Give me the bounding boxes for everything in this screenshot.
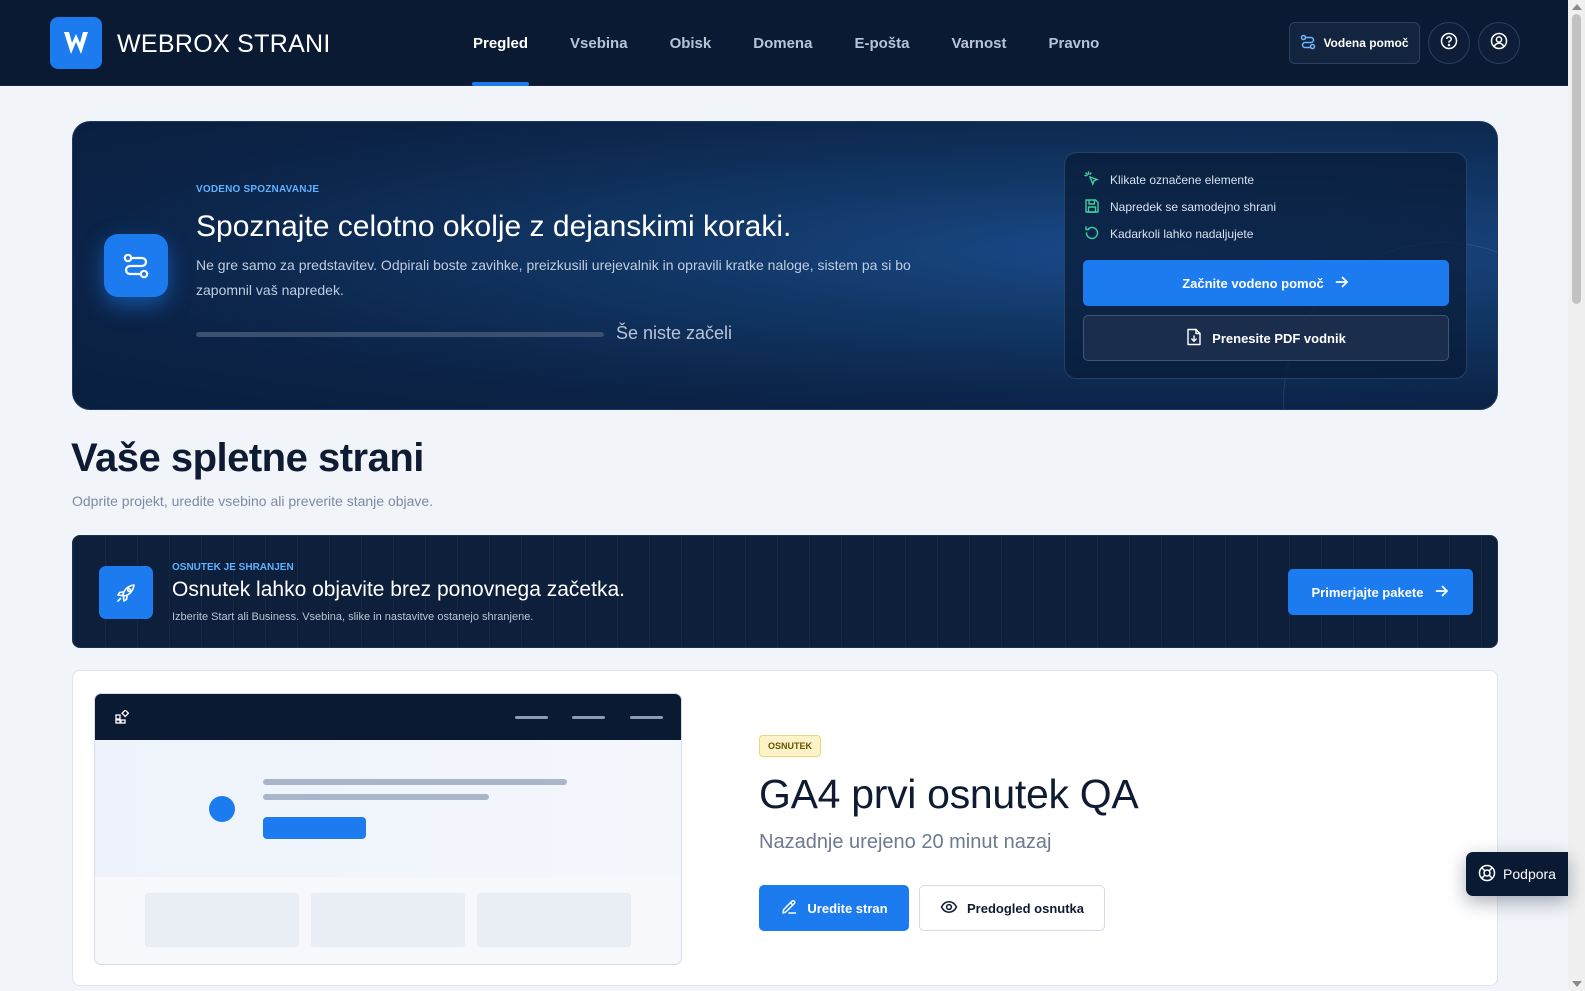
- draft-banner-description: Izberite Start ali Business. Vsebina, sl…: [172, 611, 534, 623]
- preview-nav-line: [630, 716, 663, 719]
- onboarding-eyebrow: VODENO SPOZNAVANJE: [196, 184, 320, 195]
- user-circle-icon: [1490, 32, 1508, 55]
- draft-banner-title: Osnutek lahko objavite brez ponovnega za…: [172, 578, 625, 601]
- refresh-icon: [1084, 225, 1100, 244]
- compare-plans-button[interactable]: Primerjajte pakete: [1288, 569, 1473, 615]
- compare-plans-label: Primerjajte pakete: [1311, 584, 1424, 600]
- onboarding-title: Spoznajte celotno okolje z dejanskimi ko…: [196, 210, 792, 243]
- project-title[interactable]: GA4 prvi osnutek QA: [759, 771, 1139, 818]
- route-icon: [104, 234, 168, 297]
- layout-icon: [115, 709, 130, 729]
- top-navigation-bar: WEBROX STRANI Pregled Vsebina Obisk Dome…: [0, 0, 1568, 86]
- pointer-click-icon: [1084, 170, 1100, 190]
- account-button[interactable]: [1478, 22, 1520, 64]
- rocket-icon: [99, 566, 153, 619]
- preview-card-block: [145, 893, 299, 947]
- pencil-icon: [780, 898, 798, 919]
- project-card: OSNUTEK GA4 prvi osnutek QA Nazadnje ure…: [72, 670, 1498, 986]
- arrow-right-icon: [1434, 583, 1450, 602]
- preview-draft-button[interactable]: Predogled osnutka: [919, 885, 1105, 931]
- nav-tab-domena[interactable]: Domena: [732, 0, 833, 86]
- guided-help-button[interactable]: Vodena pomoč: [1289, 22, 1420, 64]
- edit-site-button[interactable]: Uredite stran: [759, 885, 909, 931]
- preview-button-block: [263, 817, 366, 839]
- draft-banner-eyebrow: OSNUTEK JE SHRANJEN: [172, 562, 294, 573]
- preview-nav-line: [572, 716, 605, 719]
- nav-tab-obisk[interactable]: Obisk: [649, 0, 733, 86]
- brand-logo-icon[interactable]: [50, 17, 102, 69]
- support-label: Podpora: [1503, 866, 1556, 882]
- site-preview-thumbnail[interactable]: [94, 693, 682, 965]
- scroll-down-arrow-icon[interactable]: [1572, 981, 1582, 987]
- project-last-edited: Nazadnje urejeno 20 minut nazaj: [759, 831, 1052, 853]
- checklist-label: Klikate označene elemente: [1110, 173, 1255, 187]
- onboarding-progress-bar: [196, 332, 604, 337]
- preview-text-line: [263, 794, 489, 800]
- arrow-right-icon: [1334, 274, 1350, 293]
- guided-help-label: Vodena pomoč: [1323, 36, 1409, 50]
- onboarding-hero: VODENO SPOZNAVANJE Spoznajte celotno oko…: [72, 121, 1498, 410]
- help-button[interactable]: [1428, 22, 1470, 64]
- checklist-item: Kadarkoli lahko nadaljujete: [1084, 224, 1253, 244]
- nav-tab-varnost[interactable]: Varnost: [930, 0, 1027, 86]
- support-button[interactable]: Podpora: [1466, 852, 1568, 896]
- brand-name[interactable]: WEBROX STRANI: [117, 30, 331, 59]
- preview-draft-label: Predogled osnutka: [966, 900, 1085, 916]
- sites-section-title: Vaše spletne strani: [71, 436, 424, 480]
- route-icon: [1300, 34, 1316, 53]
- start-guided-help-label: Začnite vodeno pomoč: [1182, 275, 1324, 291]
- preview-header: [95, 694, 681, 740]
- draft-saved-banner: OSNUTEK JE SHRANJEN Osnutek lahko objavi…: [72, 535, 1498, 648]
- download-pdf-guide-button[interactable]: Prenesite PDF vodnik: [1083, 315, 1449, 361]
- file-download-icon: [1186, 328, 1202, 349]
- checklist-item: Klikate označene elemente: [1084, 170, 1254, 190]
- preview-text-line: [263, 779, 567, 785]
- onboarding-progress-text: Še niste začeli: [616, 323, 733, 343]
- checklist-label: Napredek se samodejno shrani: [1110, 200, 1277, 214]
- preview-nav-line: [515, 716, 548, 719]
- scroll-up-arrow-icon[interactable]: [1572, 4, 1582, 10]
- download-pdf-guide-label: Prenesite PDF vodnik: [1212, 330, 1346, 346]
- main-nav: Pregled Vsebina Obisk Domena E-pošta Var…: [452, 0, 1120, 86]
- lifebuoy-icon: [1478, 864, 1496, 885]
- sites-section-subtitle: Odprite projekt, uredite vsebino ali pre…: [72, 493, 434, 509]
- eye-icon: [940, 898, 958, 919]
- start-guided-help-button[interactable]: Začnite vodeno pomoč: [1083, 260, 1449, 306]
- onboarding-panel: Klikate označene elemente Napredek se sa…: [1064, 152, 1467, 379]
- nav-tab-pregled[interactable]: Pregled: [452, 0, 549, 86]
- page-scrollbar[interactable]: [1568, 0, 1585, 991]
- checklist-item: Napredek se samodejno shrani: [1084, 197, 1276, 217]
- preview-hero-area: [95, 740, 681, 877]
- scrollbar-thumb[interactable]: [1572, 14, 1581, 304]
- edit-site-label: Uredite stran: [807, 900, 888, 916]
- nav-tab-pravno[interactable]: Pravno: [1027, 0, 1120, 86]
- nav-tab-eposta[interactable]: E-pošta: [833, 0, 930, 86]
- preview-card-block: [311, 893, 465, 947]
- nav-tab-vsebina[interactable]: Vsebina: [549, 0, 649, 86]
- onboarding-description: Ne gre samo za predstavitev. Odpirali bo…: [196, 257, 911, 298]
- save-icon: [1084, 198, 1100, 217]
- preview-avatar-dot: [209, 796, 235, 822]
- checklist-label: Kadarkoli lahko nadaljujete: [1110, 227, 1254, 241]
- help-circle-icon: [1440, 32, 1458, 55]
- preview-card-block: [477, 893, 631, 947]
- status-badge: OSNUTEK: [759, 735, 822, 757]
